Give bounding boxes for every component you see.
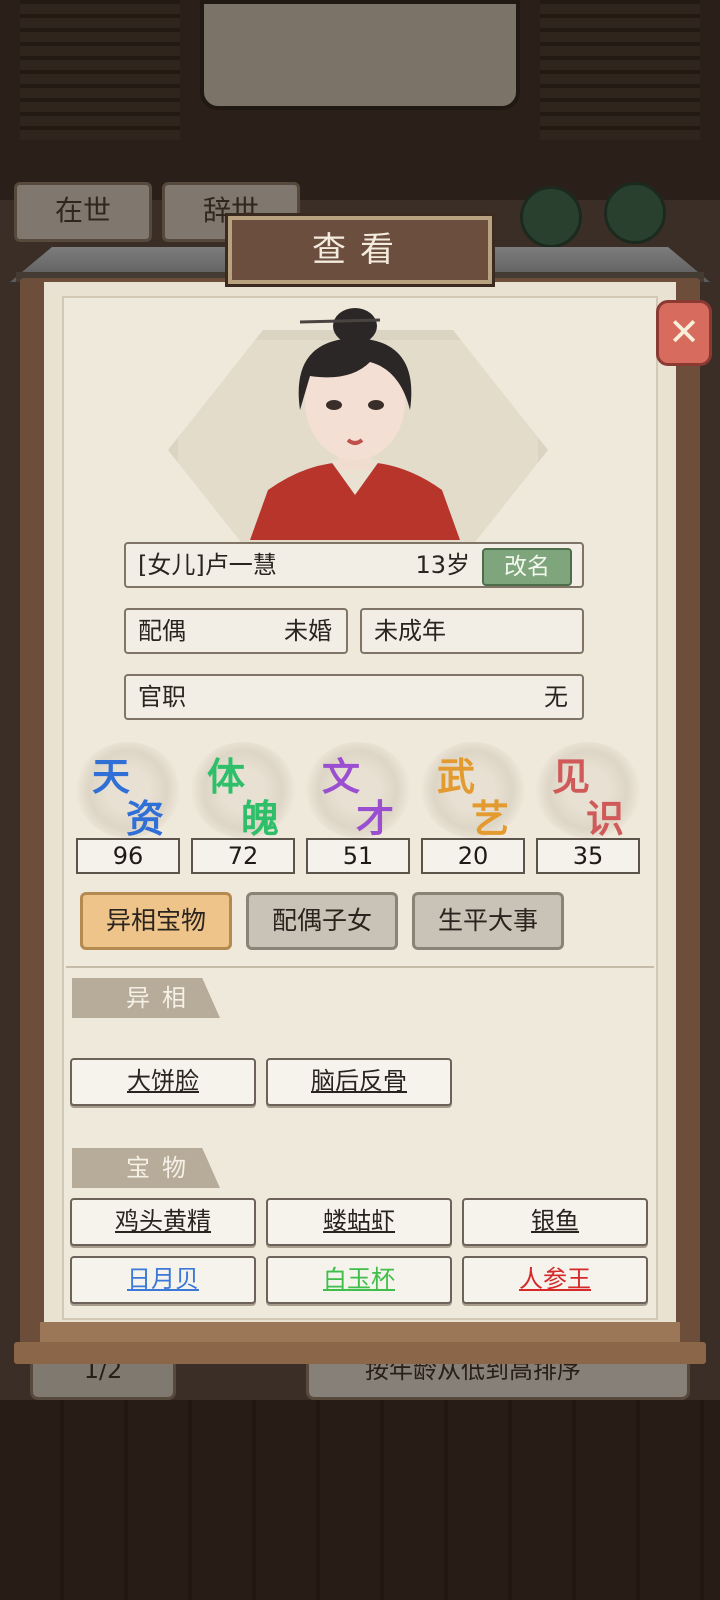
modal-base-trim <box>40 1322 680 1342</box>
character-age: 13岁 <box>415 551 470 579</box>
section-divider <box>66 966 654 968</box>
trait-chip[interactable]: 脑后反骨 <box>266 1058 452 1106</box>
close-x-icon: ✕ <box>668 310 700 354</box>
trait-chip[interactable]: 大饼脸 <box>70 1058 256 1106</box>
treasure-chip[interactable]: 蝼蛄虾 <box>266 1198 452 1246</box>
stat-value: 96 <box>76 838 180 874</box>
close-button[interactable]: ✕ <box>656 300 712 366</box>
office-row: 官职 无 <box>124 674 584 720</box>
spouse-label: 配偶 <box>138 617 186 645</box>
tab-spouse-children[interactable]: 配偶子女 <box>246 892 398 950</box>
tab-traits-treasures[interactable]: 异相宝物 <box>80 892 232 950</box>
treasure-chip[interactable]: 银鱼 <box>462 1198 648 1246</box>
modal-base <box>14 1342 706 1364</box>
stat-label-char: 体魄 <box>207 754 280 841</box>
character-name: [女儿]卢一慧 <box>138 551 277 579</box>
stat-emblem: 武艺 <box>421 742 525 841</box>
rename-button[interactable]: 改名 <box>482 548 572 586</box>
character-portrait <box>250 308 460 540</box>
modal-title-plate: 查看 <box>225 213 495 287</box>
stat-emblem: 天资 <box>76 742 180 841</box>
treasures-section-header: 宝物 <box>72 1148 220 1188</box>
stat-emblem: 体魄 <box>191 742 295 841</box>
stat-value: 20 <box>421 838 525 874</box>
office-label: 官职 <box>138 683 186 711</box>
traits-section-header: 异相 <box>72 978 220 1018</box>
treasure-chip[interactable]: 日月贝 <box>70 1256 256 1304</box>
treasure-chip[interactable]: 白玉杯 <box>266 1256 452 1304</box>
status-row: 未成年 <box>360 608 584 654</box>
stat-value: 35 <box>536 838 640 874</box>
modal-title: 查看 <box>312 230 408 270</box>
spouse-value: 未婚 <box>284 617 332 645</box>
stat-emblem: 文才 <box>306 742 410 841</box>
stat-label-char: 天资 <box>92 754 165 841</box>
treasure-chip[interactable]: 人参王 <box>462 1256 648 1304</box>
stat-label-char: 见识 <box>552 754 625 841</box>
stat-value: 51 <box>306 838 410 874</box>
tab-life-events[interactable]: 生平大事 <box>412 892 564 950</box>
stat-label-char: 武艺 <box>437 754 510 841</box>
name-row: [女儿]卢一慧 13岁 改名 <box>124 542 584 588</box>
office-value: 无 <box>544 683 568 711</box>
stat-label-char: 文才 <box>322 754 395 841</box>
spouse-row: 配偶 未婚 <box>124 608 348 654</box>
treasure-chip[interactable]: 鸡头黄精 <box>70 1198 256 1246</box>
stat-value: 72 <box>191 838 295 874</box>
stat-emblem: 见识 <box>536 742 640 841</box>
status-value: 未成年 <box>374 617 446 645</box>
